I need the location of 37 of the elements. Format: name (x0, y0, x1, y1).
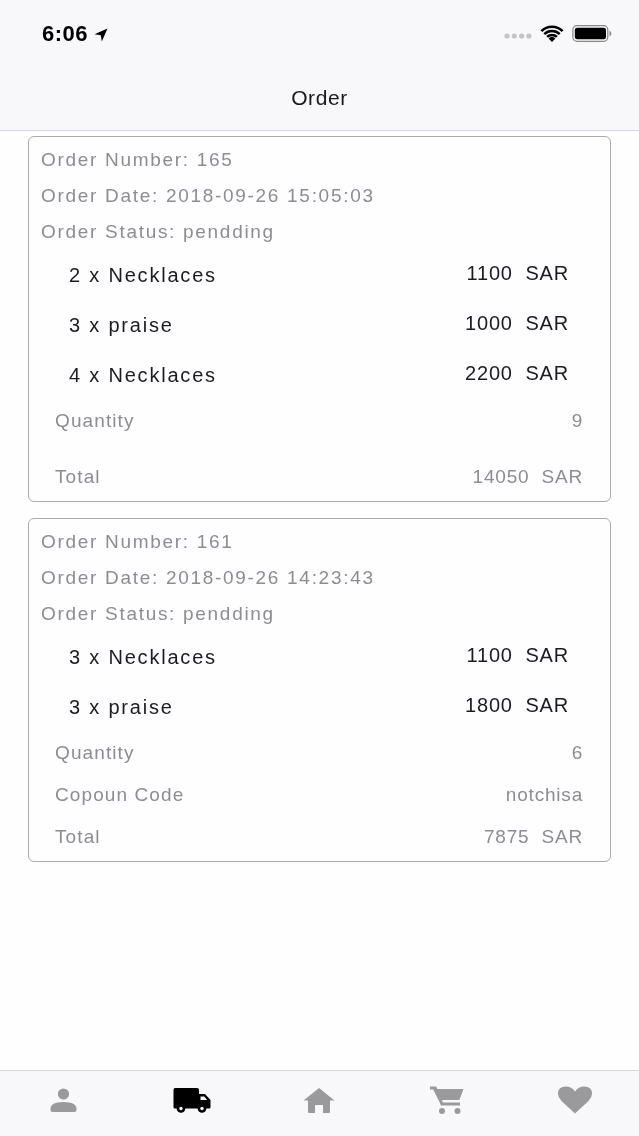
summary-label: Quantity (55, 410, 135, 432)
order-info-text: Order Status: pendding (40, 220, 276, 244)
order-info-text: Order Number: 165 (40, 148, 235, 172)
summary-value: 9 (571, 410, 583, 432)
person-icon (50, 1088, 78, 1112)
summary-value: notchisa (505, 784, 583, 806)
wifi-icon (540, 25, 564, 42)
order-info-text: Order Date: 2018-09-26 15:05:03 (40, 184, 376, 208)
item-name: 2 x Necklaces (69, 263, 217, 287)
item-price: 2200 SAR (465, 361, 569, 385)
cart-icon (430, 1086, 465, 1114)
item-name: 3 x praise (69, 313, 174, 337)
home-icon (303, 1087, 336, 1113)
item-price: 1000 SAR (465, 311, 569, 335)
summary-label: Copoun Code (55, 784, 185, 806)
truck-icon (172, 1087, 211, 1113)
item-name: 3 x Necklaces (69, 645, 217, 669)
order-info-text: Order Number: 161 (40, 530, 235, 554)
summary-value: 7875 SAR (483, 826, 583, 848)
summary-label: Total (55, 466, 101, 488)
item-price: 1100 SAR (466, 643, 569, 667)
item-name: 3 x praise (69, 695, 174, 719)
heart-icon (558, 1086, 593, 1114)
status-time: 6:06 (42, 21, 89, 47)
summary-value: 6 (571, 742, 583, 764)
location-arrow-icon (94, 28, 109, 42)
signal-icon (504, 33, 532, 39)
battery-icon (572, 25, 612, 42)
page-title: Order (291, 86, 348, 110)
item-name: 4 x Necklaces (69, 363, 217, 387)
order-info-text: Order Date: 2018-09-26 14:23:43 (40, 566, 376, 590)
item-price: 1100 SAR (466, 261, 569, 285)
summary-label: Quantity (55, 742, 135, 764)
order-info-text: Order Status: pendding (40, 602, 276, 626)
summary-value: 14050 SAR (472, 466, 583, 488)
summary-label: Total (55, 826, 101, 848)
item-price: 1800 SAR (465, 693, 569, 717)
